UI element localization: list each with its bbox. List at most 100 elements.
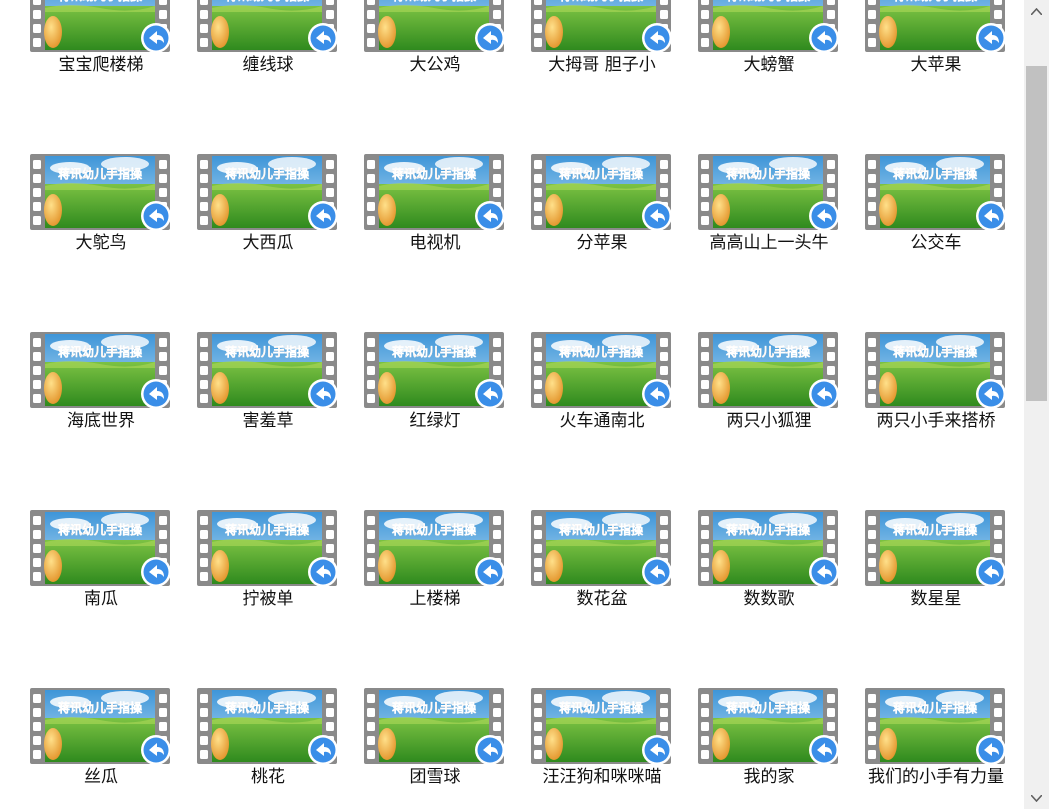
video-thumbnail[interactable]: 蒋讯幼儿手指操 [30,328,172,410]
film-strip-icon: 蒋讯幼儿手指操 [197,332,338,409]
video-title[interactable]: 大苹果 [851,54,1021,76]
video-thumbnail[interactable]: 蒋讯幼儿手指操 [364,506,506,588]
thumbnail-caption: 蒋讯幼儿手指操 [726,344,811,359]
video-thumbnail[interactable]: 蒋讯幼儿手指操 [865,150,1007,232]
video-title[interactable]: 我们的小手有力量 [851,766,1021,788]
film-strip-icon: 蒋讯幼儿手指操 [698,154,839,231]
film-strip-icon: 蒋讯幼儿手指操 [698,0,839,53]
video-thumbnail[interactable]: 蒋讯幼儿手指操 [531,150,673,232]
film-strip-icon: 蒋讯幼儿手指操 [865,510,1006,587]
scroll-down-arrow-icon[interactable] [1024,787,1049,809]
video-title[interactable]: 宝宝爬楼梯 [16,54,186,76]
video-thumbnail[interactable]: 蒋讯幼儿手指操 [197,328,339,410]
film-strip-icon: 蒋讯幼儿手指操 [197,154,338,231]
video-thumbnail[interactable]: 蒋讯幼儿手指操 [531,0,673,54]
thumbnail-caption: 蒋讯幼儿手指操 [726,166,811,181]
video-thumbnail[interactable]: 蒋讯幼儿手指操 [531,328,673,410]
video-title[interactable]: 害羞草 [183,410,353,432]
thumbnail-caption: 蒋讯幼儿手指操 [225,0,310,3]
video-title[interactable]: 数星星 [851,588,1021,610]
video-thumbnail[interactable]: 蒋讯幼儿手指操 [865,0,1007,54]
film-strip-icon: 蒋讯幼儿手指操 [698,332,839,409]
video-thumbnail[interactable]: 蒋讯幼儿手指操 [865,506,1007,588]
film-strip-icon: 蒋讯幼儿手指操 [30,688,171,765]
film-strip-icon: 蒋讯幼儿手指操 [865,0,1006,53]
thumbnail-caption: 蒋讯幼儿手指操 [392,700,477,715]
video-thumbnail[interactable]: 蒋讯幼儿手指操 [698,0,840,54]
thumbnail-caption: 蒋讯幼儿手指操 [58,0,143,3]
video-title[interactable]: 公交车 [851,232,1021,254]
video-title[interactable]: 大公鸡 [350,54,520,76]
film-strip-icon: 蒋讯幼儿手指操 [30,332,171,409]
video-thumbnail[interactable]: 蒋讯幼儿手指操 [364,684,506,766]
thumbnail-caption: 蒋讯幼儿手指操 [225,344,310,359]
video-title[interactable]: 丝瓜 [16,766,186,788]
video-title[interactable]: 火车通南北 [517,410,687,432]
vertical-scrollbar[interactable] [1024,0,1049,809]
video-title[interactable]: 缠线球 [183,54,353,76]
scrollbar-thumb[interactable] [1026,66,1047,401]
film-strip-icon: 蒋讯幼儿手指操 [364,332,505,409]
video-thumbnail[interactable]: 蒋讯幼儿手指操 [30,150,172,232]
video-title[interactable]: 两只小手来搭桥 [851,410,1021,432]
video-title[interactable]: 团雪球 [350,766,520,788]
thumbnail-caption: 蒋讯幼儿手指操 [893,166,978,181]
video-thumbnail[interactable]: 蒋讯幼儿手指操 [698,506,840,588]
film-strip-icon: 蒋讯幼儿手指操 [698,688,839,765]
video-title[interactable]: 海底世界 [16,410,186,432]
video-title[interactable]: 上楼梯 [350,588,520,610]
thumbnail-caption: 蒋讯幼儿手指操 [726,522,811,537]
film-strip-icon: 蒋讯幼儿手指操 [531,154,672,231]
video-thumbnail[interactable]: 蒋讯幼儿手指操 [30,684,172,766]
video-thumbnail[interactable]: 蒋讯幼儿手指操 [364,150,506,232]
film-strip-icon: 蒋讯幼儿手指操 [531,688,672,765]
scroll-up-arrow-icon[interactable] [1024,0,1049,22]
video-thumbnail[interactable]: 蒋讯幼儿手指操 [197,506,339,588]
video-thumbnail[interactable]: 蒋讯幼儿手指操 [865,684,1007,766]
video-title[interactable]: 分苹果 [517,232,687,254]
film-strip-icon: 蒋讯幼儿手指操 [30,154,171,231]
video-title[interactable]: 大西瓜 [183,232,353,254]
video-title[interactable]: 我的家 [684,766,854,788]
video-thumbnail[interactable]: 蒋讯幼儿手指操 [531,506,673,588]
thumbnail-caption: 蒋讯幼儿手指操 [58,522,143,537]
video-title[interactable]: 红绿灯 [350,410,520,432]
video-grid: 蒋讯幼儿手指操 宝宝爬楼梯 蒋讯幼儿手指操 [0,0,1024,809]
thumbnail-caption: 蒋讯幼儿手指操 [559,344,644,359]
video-title[interactable]: 电视机 [350,232,520,254]
video-thumbnail[interactable]: 蒋讯幼儿手指操 [698,150,840,232]
video-thumbnail[interactable]: 蒋讯幼儿手指操 [531,684,673,766]
video-title[interactable]: 大鸵鸟 [16,232,186,254]
video-thumbnail[interactable]: 蒋讯幼儿手指操 [197,684,339,766]
film-strip-icon: 蒋讯幼儿手指操 [531,0,672,53]
video-thumbnail[interactable]: 蒋讯幼儿手指操 [197,0,339,54]
thumbnail-caption: 蒋讯幼儿手指操 [726,0,811,3]
video-title[interactable]: 南瓜 [16,588,186,610]
film-strip-icon: 蒋讯幼儿手指操 [865,688,1006,765]
video-title[interactable]: 桃花 [183,766,353,788]
video-thumbnail[interactable]: 蒋讯幼儿手指操 [364,0,506,54]
film-strip-icon: 蒋讯幼儿手指操 [364,0,505,53]
video-thumbnail[interactable]: 蒋讯幼儿手指操 [698,328,840,410]
video-title[interactable]: 大螃蟹 [684,54,854,76]
film-strip-icon: 蒋讯幼儿手指操 [865,332,1006,409]
video-title[interactable]: 数花盆 [517,588,687,610]
thumbnail-caption: 蒋讯幼儿手指操 [392,0,477,3]
video-thumbnail[interactable]: 蒋讯幼儿手指操 [30,506,172,588]
video-title[interactable]: 大拇哥 胆子小 [517,54,687,76]
thumbnail-caption: 蒋讯幼儿手指操 [225,166,310,181]
thumbnail-caption: 蒋讯幼儿手指操 [559,0,644,3]
video-title[interactable]: 高高山上一头牛 [684,232,854,254]
video-title[interactable]: 拧被单 [183,588,353,610]
video-title[interactable]: 两只小狐狸 [684,410,854,432]
video-thumbnail[interactable]: 蒋讯幼儿手指操 [364,328,506,410]
thumbnail-caption: 蒋讯幼儿手指操 [58,344,143,359]
video-title[interactable]: 数数歌 [684,588,854,610]
video-thumbnail[interactable]: 蒋讯幼儿手指操 [698,684,840,766]
video-thumbnail[interactable]: 蒋讯幼儿手指操 [30,0,172,54]
video-thumbnail[interactable]: 蒋讯幼儿手指操 [865,328,1007,410]
video-title[interactable]: 汪汪狗和咪咪喵 [517,766,687,788]
video-thumbnail[interactable]: 蒋讯幼儿手指操 [197,150,339,232]
thumbnail-caption: 蒋讯幼儿手指操 [225,522,310,537]
thumbnail-caption: 蒋讯幼儿手指操 [559,522,644,537]
